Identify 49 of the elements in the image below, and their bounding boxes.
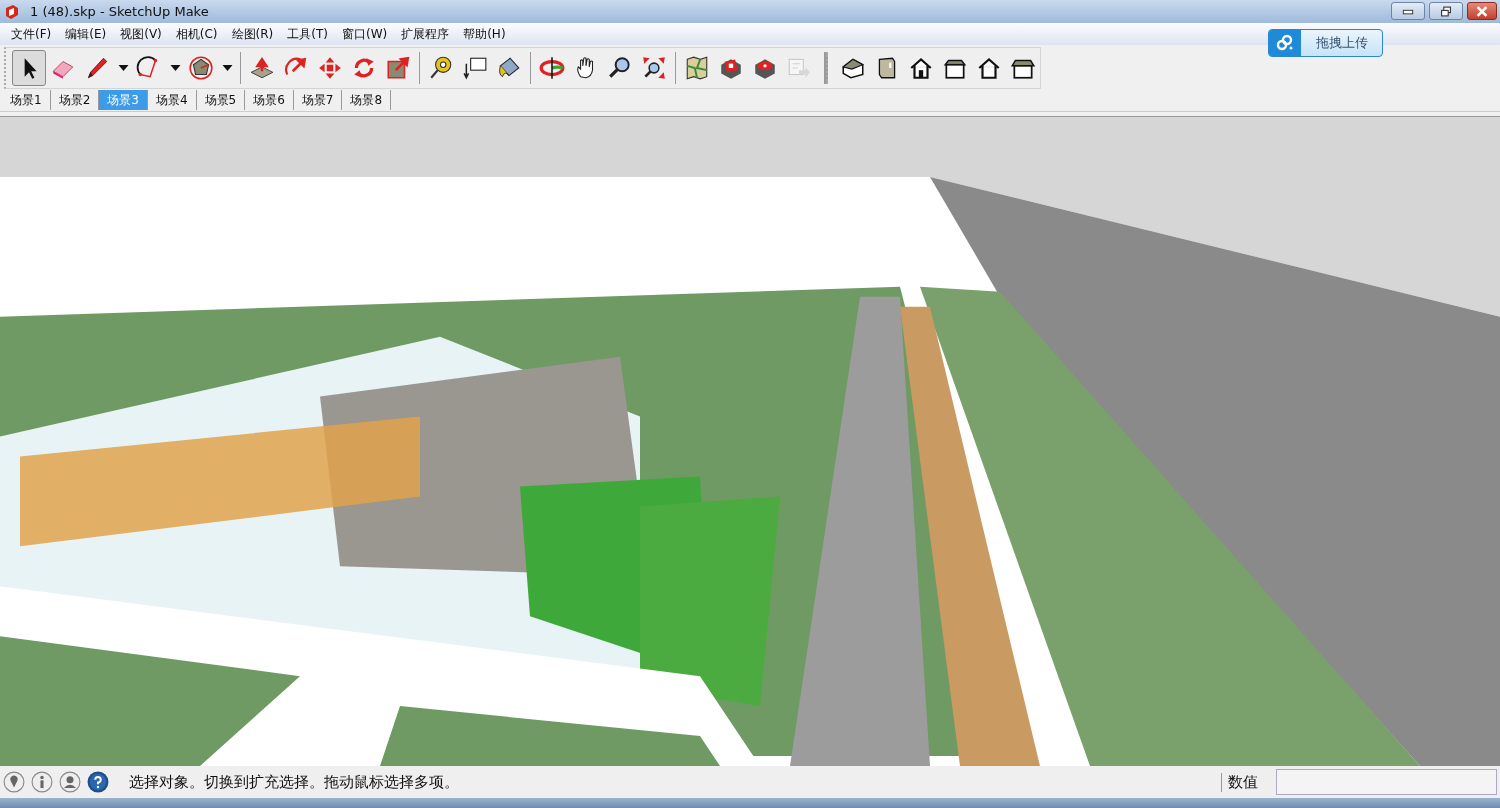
scale-icon xyxy=(385,55,411,81)
caret-icon xyxy=(168,64,182,72)
menu-item[interactable]: 文件(F) xyxy=(4,25,59,43)
close-button[interactable] xyxy=(1467,2,1497,20)
scene-tab[interactable]: 场景8 xyxy=(342,90,392,110)
select-arrow-tool[interactable] xyxy=(12,50,46,86)
menu-item[interactable]: 绘图(R) xyxy=(224,25,281,43)
map-icon xyxy=(684,55,710,81)
window-title: 1 (48).skp - SketchUp Make xyxy=(30,4,209,19)
menu-item[interactable]: 工具(T) xyxy=(280,25,335,43)
caret-icon xyxy=(116,64,130,72)
measurement-label: 数值 xyxy=(1221,772,1258,792)
status-message: 选择对象。切换到扩充选择。拖动鼠标选择多项。 xyxy=(129,772,459,792)
house-outline-icon xyxy=(976,55,1002,81)
restore-button[interactable] xyxy=(1429,2,1463,20)
measurement-field[interactable] xyxy=(1276,769,1497,795)
polygon-icon xyxy=(188,55,214,81)
app-logo-icon xyxy=(4,3,20,20)
location-pin-icon[interactable] xyxy=(3,771,25,793)
user-icon[interactable] xyxy=(59,771,81,793)
orbit-icon xyxy=(539,55,565,81)
help-icon[interactable] xyxy=(87,771,109,793)
zoom-extents-icon xyxy=(641,55,667,81)
scene-tab[interactable]: 场景7 xyxy=(293,90,343,110)
tape-measure-icon xyxy=(428,55,454,81)
scene-tab[interactable]: 场景6 xyxy=(245,90,294,110)
pencil-icon xyxy=(84,55,110,81)
linked-circles-icon xyxy=(1275,33,1295,53)
menu-item[interactable]: 帮助(H) xyxy=(456,25,513,43)
menu-item[interactable]: 扩展程序 xyxy=(394,25,457,43)
upload-button[interactable]: 拖拽上传 xyxy=(1268,29,1383,57)
scene-tab[interactable]: 场景4 xyxy=(147,90,197,110)
restore-icon xyxy=(1439,5,1453,17)
scene-tab[interactable]: 场景1 xyxy=(2,90,51,110)
text-label-icon xyxy=(462,55,488,81)
scene-tab[interactable]: 场景5 xyxy=(196,90,246,110)
menu-item[interactable]: 视图(V) xyxy=(113,25,169,43)
zoom-icon xyxy=(607,55,633,81)
close-icon xyxy=(1475,5,1489,17)
push-pull-icon xyxy=(249,55,275,81)
front-house-icon xyxy=(908,55,934,81)
rotate-arrows-icon xyxy=(351,55,377,81)
info-icon[interactable] xyxy=(31,771,53,793)
move-arrows-icon xyxy=(317,55,343,81)
menu-item[interactable]: 窗口(W) xyxy=(334,25,395,43)
menu-item[interactable]: 相机(C) xyxy=(168,25,225,43)
minimize-button[interactable] xyxy=(1391,2,1425,20)
caret-icon xyxy=(220,64,234,72)
menu-item[interactable]: 编辑(E) xyxy=(58,25,114,43)
